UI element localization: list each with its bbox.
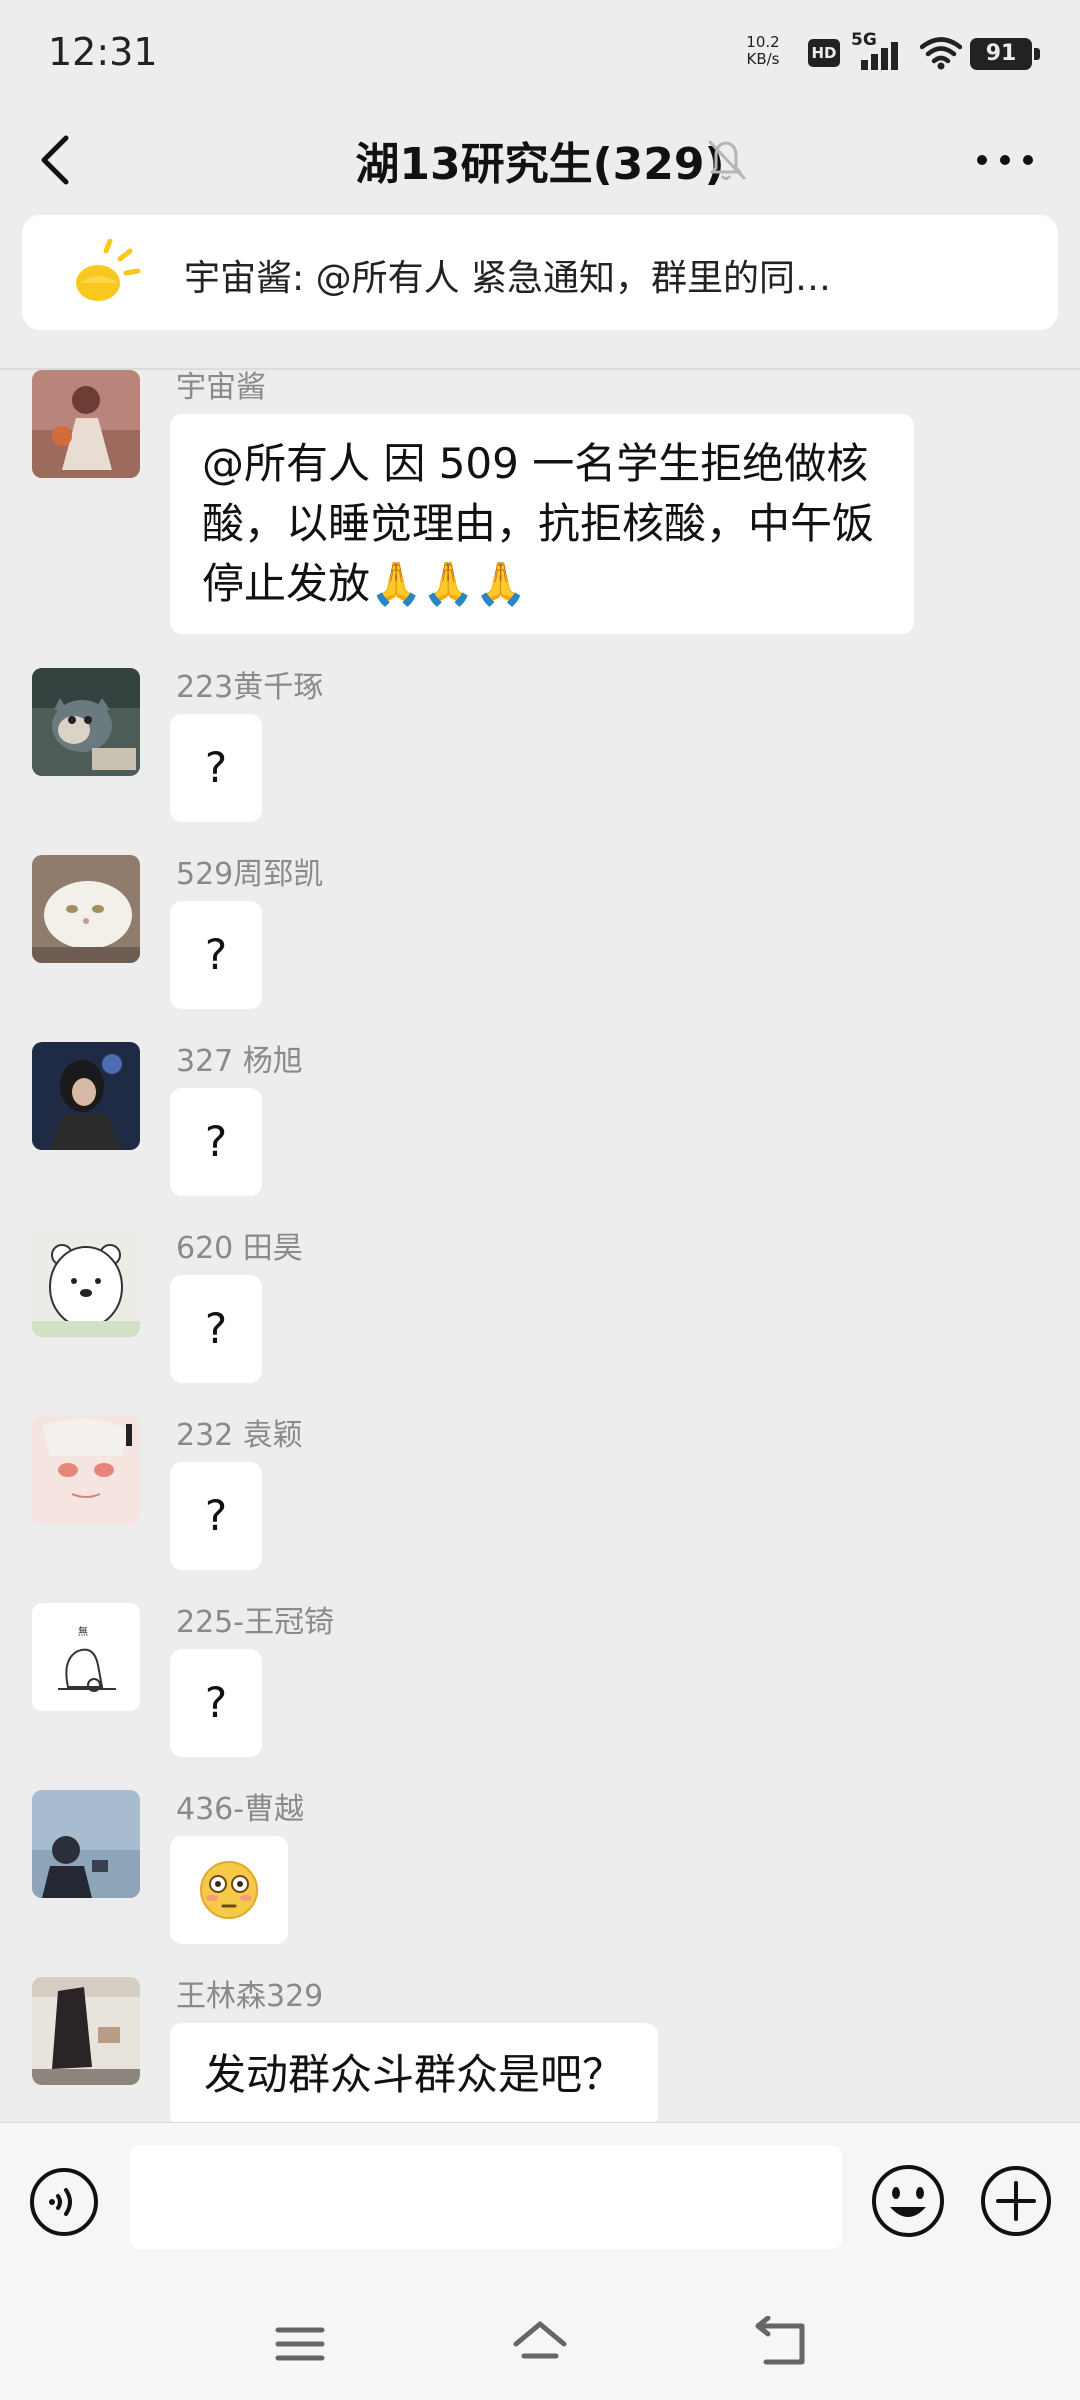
sender-name: 225-王冠锜 [176,1605,335,1640]
group-notice[interactable]: 宇宙酱: @所有人 紧急通知，群里的同… [22,215,1058,330]
message-bubble[interactable]: ? [170,1088,262,1196]
plus-circle-icon[interactable] [978,2163,1054,2239]
status-icons: 10.2 KB/s HD 5G 91 [740,30,1040,74]
message-bubble[interactable]: ? [170,901,262,1009]
avatar[interactable] [32,855,140,963]
avatar[interactable] [32,1229,140,1337]
message-bubble[interactable]: @所有人 因 509 一名学生拒绝做核酸，以睡觉理由，抗拒核酸，中午饭停止发放🙏… [170,414,914,634]
wifi-icon [919,36,963,70]
message-bubble[interactable]: ? [170,1275,262,1383]
bell-off-icon [704,134,748,184]
battery-tip [1034,48,1040,60]
sender-name: 529周郅凯 [176,857,324,892]
avatar[interactable] [32,668,140,776]
input-bar [0,2122,1080,2280]
avatar[interactable]: 無 [32,1603,140,1711]
sender-name: 王林森329 [176,1979,324,2014]
smiley-icon[interactable] [868,2161,948,2241]
notice-text: 宇宙酱: @所有人 紧急通知，群里的同… [184,258,832,299]
chat-message-list[interactable]: 宇宙酱 @所有人 因 509 一名学生拒绝做核酸，以睡觉理由，抗拒核酸，中午饭停… [0,370,1080,2122]
network-type-label: 5G [851,30,877,50]
sender-name: 宇宙酱 [176,370,266,405]
voice-icon[interactable] [28,2166,100,2238]
sender-name: 436-曹越 [176,1792,305,1827]
sender-name: 223黄千琢 [176,670,324,705]
sender-name: 327 杨旭 [176,1044,303,1079]
home-icon[interactable] [510,2316,570,2372]
network-speed-value: 10.2 [746,33,780,51]
menu-icon[interactable] [270,2316,330,2372]
system-nav-bar [0,2280,1080,2400]
message-input[interactable] [130,2145,842,2249]
message-bubble[interactable] [170,1836,288,1944]
avatar[interactable] [32,1042,140,1150]
sender-name: 620 田昊 [176,1231,303,1266]
sun-megaphone-icon [62,238,142,309]
avatar[interactable] [32,1790,140,1898]
avatar[interactable] [32,370,140,478]
avatar[interactable] [32,1416,140,1524]
chat-title: 湖13研究生(329) [355,139,725,190]
more-dots-icon[interactable] [970,138,1040,182]
message-bubble[interactable]: 发动群众斗群众是吧？ [170,2023,659,2122]
svg-text:無: 無 [78,1625,88,1638]
status-time: 12:31 [48,30,158,74]
message-bubble[interactable]: ? [170,1462,262,1570]
avatar[interactable] [32,1977,140,2085]
status-bar: 12:31 10.2 KB/s HD 5G 91 [0,0,1080,110]
flushed-face-emoji [200,1861,258,1919]
message-bubble[interactable]: ? [170,714,262,822]
signal-icon: 5G [851,30,907,72]
message-bubble[interactable]: ? [170,1649,262,1757]
network-speed-unit: KB/s [746,50,780,68]
back-arrow-icon[interactable] [752,2315,812,2372]
battery-level: 91 [970,38,1032,70]
network-speed: 10.2 KB/s [741,34,785,68]
chat-header: 湖13研究生(329) [0,110,1080,210]
sender-name: 232 袁颖 [176,1418,303,1453]
hd-icon: HD [808,39,840,67]
battery-icon: 91 [970,38,1040,70]
